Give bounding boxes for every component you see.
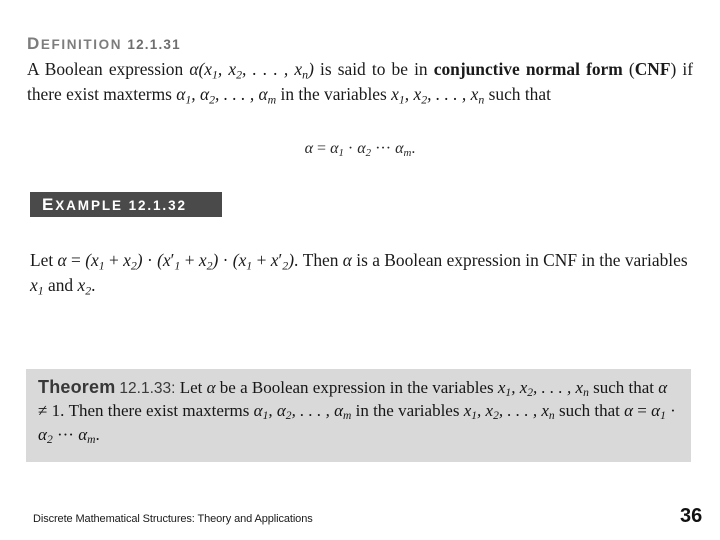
theorem-frag-1: Let xyxy=(175,378,207,397)
example-frag-5: and xyxy=(43,274,78,295)
theorem-maxterm-list: α1, α2, . . . , αm xyxy=(253,401,352,423)
example-var-x1: x1 xyxy=(30,274,44,297)
definition-frag-3: ( xyxy=(622,59,635,80)
example-body-text: Let α = (x1 + x2) · (x′1 + x2) · (x1 + x… xyxy=(30,249,696,298)
definition-frag-6: such that xyxy=(484,83,551,104)
footer-book-title: Discrete Mathematical Structures: Theory… xyxy=(33,513,313,525)
theorem-variable-list-1: x1, x2, . . . , xn xyxy=(497,378,589,400)
definition-heading-number: 12.1.31 xyxy=(127,37,181,52)
definition-heading-text: DEFINITION xyxy=(27,34,128,53)
example-heading-bar: EXAMPLE 12.1.32 xyxy=(30,192,222,217)
definition-heading: DEFINITION 12.1.31 xyxy=(27,33,693,54)
definition-maxterm-list: α1, α2, . . . , αm xyxy=(176,83,277,107)
theorem-frag-2: be a Boolean expression in the variables xyxy=(215,378,498,397)
example-heading-number: 12.1.32 xyxy=(128,198,187,213)
definition-frag-5: in the variables xyxy=(276,83,392,104)
definition-abbrev-cnf: CNF xyxy=(634,59,671,80)
theorem-frag-4: ≠ 1. Then there exist maxterms xyxy=(38,401,254,421)
theorem-alpha-2: α xyxy=(658,378,668,397)
theorem-panel: Theorem 12.1.33: Let α be a Boolean expr… xyxy=(26,369,691,462)
definition-frag-2: is said to be in xyxy=(313,59,434,80)
theorem-content: Theorem 12.1.33: Let α be a Boolean expr… xyxy=(38,377,678,447)
example-frag-1: Let xyxy=(30,250,58,270)
theorem-frag-6: such that xyxy=(554,401,625,421)
definition-alpha-expr: α(x1, x2, . . . , xn) xyxy=(189,59,314,82)
example-frag-4: is a Boolean expression in CNF in the va… xyxy=(351,250,688,270)
example-heading: EXAMPLE 12.1.32 xyxy=(42,195,187,215)
example-frag-3: . Then xyxy=(294,250,343,270)
definition-display-equation: α = α1 · α2 ··· αm. xyxy=(0,140,720,159)
theorem-variable-list-2: x1, x2, . . . , xn xyxy=(463,401,555,423)
slide-canvas: DEFINITION 12.1.31 A Boolean expression … xyxy=(0,0,720,540)
example-block: Let α = (x1 + x2) · (x′1 + x2) · (x1 + x… xyxy=(30,245,696,298)
example-var-x2: x2 xyxy=(77,274,92,297)
example-frag-2: = xyxy=(66,250,86,270)
example-alpha-2: α xyxy=(342,250,352,270)
page-number: 36 xyxy=(680,505,703,527)
theorem-label: Theorem xyxy=(38,377,116,397)
theorem-number: 12.1.33: xyxy=(119,380,176,397)
example-cnf-expression: (x1 + x2) · (x′1 + x2) · (x1 + x′2) xyxy=(85,250,294,273)
theorem-frag-5: in the variables xyxy=(351,401,464,421)
theorem-alpha-1: α xyxy=(206,378,216,397)
definition-body: A Boolean expression α(x1, x2, . . . , x… xyxy=(27,58,693,107)
theorem-frag-3: such that xyxy=(588,378,659,397)
definition-frag-1: A Boolean expression xyxy=(27,59,190,80)
equation-equals: = xyxy=(317,140,327,157)
definition-variable-list: x1, x2, . . . , xn xyxy=(391,83,485,107)
definition-block: DEFINITION 12.1.31 A Boolean expression … xyxy=(27,33,693,108)
example-alpha: α xyxy=(57,250,67,270)
equation-rhs: α1 · α2 ··· αm. xyxy=(330,140,416,160)
equation-alpha: α xyxy=(304,140,314,157)
example-heading-text: EXAMPLE xyxy=(42,195,123,214)
example-frag-6: . xyxy=(91,274,96,295)
definition-term-cnf: conjunctive normal form xyxy=(433,59,623,80)
